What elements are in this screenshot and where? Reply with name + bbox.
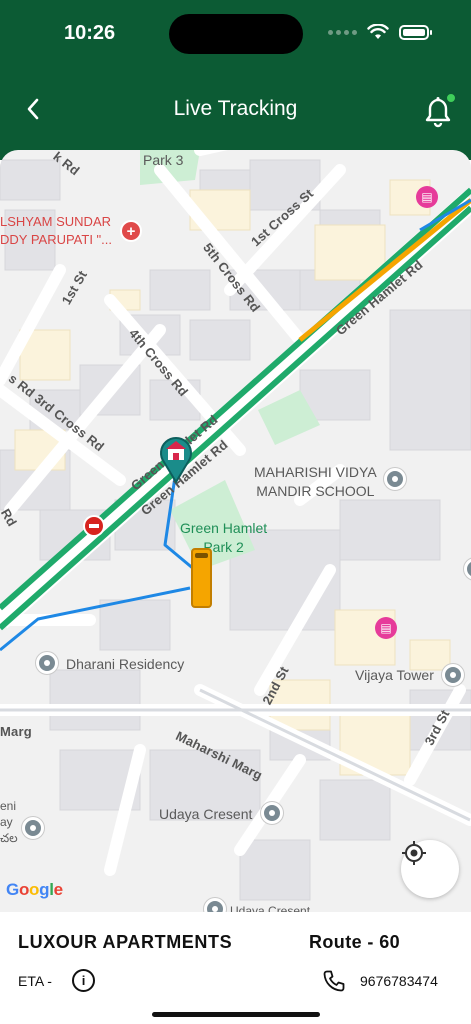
wifi-icon xyxy=(367,24,389,39)
info-icon[interactable]: i xyxy=(72,969,95,992)
udaya-poi-icon[interactable] xyxy=(261,802,283,824)
hospital-icon[interactable]: + xyxy=(120,220,142,242)
app-header: 10:26 Live Tracking xyxy=(0,0,471,160)
park-3-label: Park 3 xyxy=(143,152,184,168)
road-label-marg: Marg xyxy=(0,724,32,739)
udaya-label: Udaya Cresent xyxy=(159,806,253,822)
hospital-label: LSHYAM SUNDAR DDY PARUPATI "... xyxy=(0,214,113,247)
hotel-icon-2[interactable]: ▤ xyxy=(375,617,397,639)
school-label: MAHARISHI VIDYA MANDIR SCHOOL xyxy=(254,464,377,499)
notifications-button[interactable] xyxy=(423,92,457,128)
destination-name: LUXOUR APARTMENTS xyxy=(18,932,233,952)
status-icons xyxy=(328,24,432,40)
hotel-icon[interactable]: ▤ xyxy=(416,186,438,208)
map-view[interactable]: Park 3 LSHYAM SUNDAR DDY PARUPATI "... +… xyxy=(0,150,471,912)
vijaya-label: Vijaya Tower xyxy=(355,667,434,683)
school-marker-icon[interactable] xyxy=(158,434,194,484)
cellular-signal-icon xyxy=(328,29,357,35)
driver-phone-number[interactable]: 9676783474 xyxy=(360,973,438,989)
dharani-label: Dharani Residency xyxy=(66,656,185,672)
dynamic-island xyxy=(169,14,303,54)
eta-label: ETA - xyxy=(18,973,52,989)
status-time: 10:26 xyxy=(64,22,116,44)
dharani-poi-icon[interactable] xyxy=(36,652,58,674)
notification-badge xyxy=(445,92,457,104)
my-location-button[interactable] xyxy=(401,840,459,898)
left-edge-poi-icon[interactable] xyxy=(22,817,44,839)
battery-icon xyxy=(399,24,432,40)
google-logo: Google xyxy=(6,880,63,899)
left-edge-label: eni ay చల xyxy=(0,799,18,845)
bus-marker-icon[interactable] xyxy=(191,548,212,608)
home-indicator xyxy=(152,1012,320,1017)
no-entry-icon xyxy=(83,515,105,537)
vijaya-poi-icon[interactable] xyxy=(442,664,464,686)
crosshair-icon xyxy=(402,841,426,865)
route-number: Route - 60 xyxy=(309,932,401,952)
page-title: Live Tracking xyxy=(173,97,298,120)
udaya-bottom-label: Udaya Cresent xyxy=(230,904,311,912)
trip-info-panel: LUXOUR APARTMENTS Route - 60 ETA - i 967… xyxy=(0,912,471,1024)
school-poi-icon[interactable] xyxy=(384,468,406,490)
phone-icon[interactable] xyxy=(322,969,346,993)
